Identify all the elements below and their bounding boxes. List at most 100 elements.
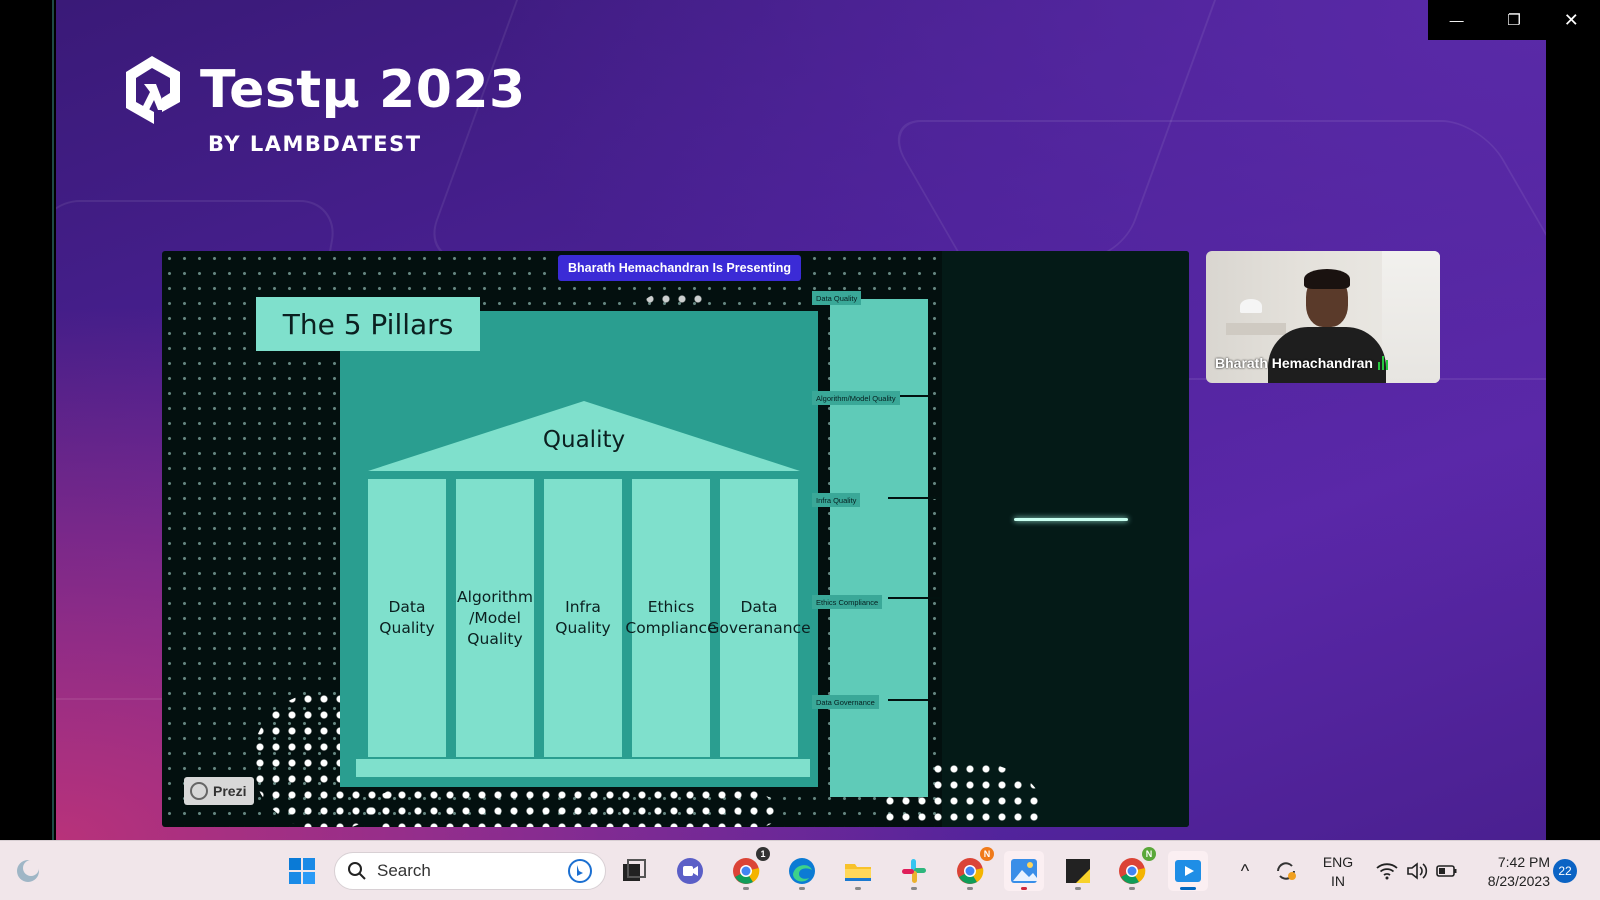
pillar-label: Data Goveranance [707, 598, 811, 637]
participant-hair [1304, 269, 1350, 289]
lambdatest-logo-icon [126, 56, 180, 124]
app-badge: N [980, 847, 994, 861]
pillar-data-quality: Data Quality [368, 479, 446, 757]
slide-title: The 5 Pillars [282, 307, 454, 341]
taskbar-edge[interactable] [782, 851, 822, 891]
minimize-button[interactable]: — [1428, 0, 1485, 40]
event-logo: Testμ 2023 BY LAMBDATEST [122, 52, 526, 156]
slack-icon [902, 859, 926, 883]
window-controls: — ❐ ✕ [1428, 0, 1600, 40]
screen: Testμ 2023 BY LAMBDATEST — ❐ ✕ The 5 Pil… [0, 0, 1600, 900]
pillar-algorithm-model-quality: Algorithm /Model Quality [456, 479, 534, 757]
presentation-dark-area [942, 251, 1189, 827]
chevron-up-icon: ^ [1240, 860, 1250, 881]
start-button[interactable] [282, 851, 322, 891]
taskbar-task-view[interactable] [614, 851, 654, 891]
side-label-infra-quality: Infra Quality [812, 493, 861, 507]
volume-button[interactable] [1402, 851, 1432, 891]
side-divider [888, 699, 940, 701]
taskbar-chrome-3[interactable]: N [1112, 847, 1156, 891]
running-indicator [1180, 887, 1196, 890]
logo-subtitle: BY LAMBDATEST [208, 132, 422, 156]
clock-date: 8/23/2023 [1487, 873, 1550, 889]
close-button[interactable]: ✕ [1543, 0, 1600, 40]
participant-video-tile[interactable]: Bharath Hemachandran [1206, 251, 1440, 383]
video-lamp [1240, 299, 1262, 313]
taskbar-sticky-notes[interactable] [1058, 851, 1098, 891]
running-indicator [911, 887, 917, 890]
pillar-label: Data Quality [379, 598, 435, 637]
running-indicator [1021, 887, 1027, 890]
speaking-indicator-icon [1377, 356, 1388, 370]
volume-icon [1407, 862, 1428, 880]
glow-line [1014, 518, 1128, 521]
taskbar-chrome-1[interactable]: 1 [726, 847, 770, 891]
taskbar-search[interactable]: Search [334, 852, 606, 890]
clock[interactable]: 7:42 PM 8/23/2023 [1470, 853, 1550, 891]
network-button[interactable] [1372, 851, 1402, 891]
bing-icon [568, 859, 592, 883]
restore-button[interactable]: ❐ [1485, 0, 1542, 40]
edge-icon [789, 858, 815, 884]
running-indicator [1075, 887, 1081, 890]
presenting-badge: Bharath Hemachandran Is Presenting [558, 255, 801, 281]
weather-widget[interactable] [8, 851, 48, 891]
participant-name-label: Bharath Hemachandran [1215, 355, 1388, 371]
side-label-data-quality: Data Quality [812, 291, 862, 305]
teams-chat-icon [677, 858, 703, 884]
side-panel [830, 299, 928, 797]
running-indicator [855, 887, 861, 890]
taskbar: Search 1 N N ^ ENG IN 7:42 PM 8/23/2023 … [0, 840, 1600, 900]
taskbar-file-explorer[interactable] [838, 851, 878, 891]
running-indicator [967, 887, 973, 890]
battery-icon [1436, 865, 1457, 877]
weather-icon [17, 860, 39, 882]
video-background-wall [1382, 251, 1440, 383]
taskbar-slack[interactable] [894, 851, 934, 891]
taskbar-media-player[interactable] [1168, 851, 1208, 891]
battery-button[interactable] [1432, 851, 1462, 891]
close-icon: ✕ [1563, 9, 1579, 30]
pillar-label: Algorithm /Model Quality [457, 587, 533, 648]
task-view-icon [623, 859, 646, 881]
notification-badge[interactable]: 22 [1553, 859, 1577, 883]
running-indicator [1129, 887, 1135, 890]
sync-icon [1277, 862, 1296, 880]
clock-time: 7:42 PM [1497, 854, 1550, 870]
chrome-icon [1119, 858, 1146, 884]
taskbar-photos[interactable] [1004, 851, 1044, 891]
language-indicator[interactable]: ENG IN [1318, 853, 1358, 891]
language-region: IN [1331, 873, 1345, 889]
app-badge: 1 [756, 847, 770, 861]
side-label-algorithm-model-quality: Algorithm/Model Quality [812, 391, 900, 405]
prezi-label: Prezi [213, 783, 247, 799]
right-black-strip [1546, 0, 1600, 840]
chrome-icon [733, 858, 760, 884]
side-divider [888, 497, 940, 499]
taskbar-teams-chat[interactable] [670, 851, 710, 891]
running-indicator [743, 887, 749, 890]
photos-icon [1011, 859, 1037, 883]
taskbar-chrome-2[interactable]: N [950, 847, 994, 891]
participant-name: Bharath Hemachandran [1215, 355, 1373, 371]
roof-label: Quality [542, 427, 626, 453]
side-label-data-governance: Data Governance [812, 695, 879, 709]
app-badge: N [1142, 847, 1156, 861]
chrome-icon [957, 858, 984, 884]
logo-title: Testμ 2023 [200, 60, 526, 120]
side-label-ethics-compliance: Ethics Compliance [812, 595, 883, 609]
pillar-label: Infra Quality [555, 598, 611, 637]
prezi-icon [190, 782, 208, 800]
minimize-icon: — [1449, 12, 1464, 28]
shared-presentation[interactable]: The 5 Pillars Quality Data Quality Algor… [162, 251, 1189, 827]
search-placeholder: Search [377, 861, 431, 880]
pillar-ethics-compliance: Ethics Compliance [625, 479, 717, 757]
pillar-infra-quality: Infra Quality [544, 479, 622, 757]
show-hidden-icons-button[interactable]: ^ [1230, 851, 1260, 891]
left-black-strip [0, 0, 54, 840]
pillar-data-governance: Data Goveranance [707, 479, 811, 757]
sync-status-button[interactable] [1270, 851, 1302, 891]
restore-icon: ❐ [1507, 12, 1521, 29]
slide-title-box: The 5 Pillars [256, 297, 480, 351]
prezi-badge[interactable]: Prezi [184, 777, 254, 805]
